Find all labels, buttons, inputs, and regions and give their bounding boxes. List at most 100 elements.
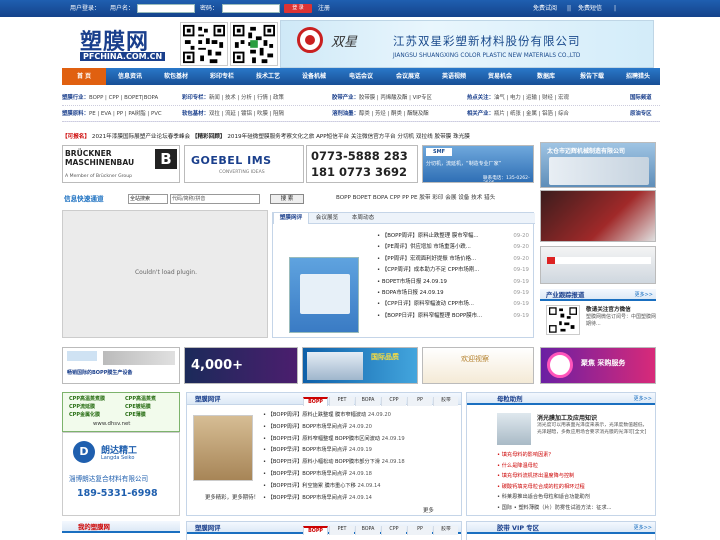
news-item[interactable]: • 【BOPP日评】原料窄幅整理 BOPP膜市... 09-19 <box>377 311 529 322</box>
sub-nav-label[interactable]: 溶剂油墨： <box>332 106 359 122</box>
review-item[interactable]: • 【BOPP日评】利空施累 膜市重心下移 24.09.14 <box>263 482 459 492</box>
sub-nav-label[interactable]: 热点关注： <box>467 90 494 106</box>
review-tab[interactable]: 胶带 <box>433 526 458 535</box>
nav-item[interactable]: 英语视频 <box>432 68 476 85</box>
free-sms-link[interactable]: 免费短信 <box>578 0 602 17</box>
header-banner-ad[interactable]: 双星 江苏双星彩塑新材料股份有限公司 JIANGSU SHUANGXING CO… <box>280 20 654 68</box>
vip-more-link[interactable]: 更多>> <box>634 522 652 534</box>
nav-item[interactable]: 首 页 <box>62 68 106 85</box>
username-input[interactable] <box>137 4 195 13</box>
additives-more-link[interactable]: 更多>> <box>634 393 652 405</box>
promo-link[interactable]: 胶带膜 <box>434 134 453 140</box>
hot-tags[interactable]: BOPP BOPET BOPA CPP PP PE 胶带 彩印 会展 设备 技术… <box>336 193 660 205</box>
promo-link[interactable]: 双拉线 <box>416 134 435 140</box>
review-item-title[interactable]: • 【BOPP日评】原料小幅松动 BOPP膜市部分下滑 <box>263 459 382 465</box>
nav-item[interactable]: 设备机械 <box>292 68 336 85</box>
sub-nav-links[interactable]: 新闻 | 技术 | 分析 | 行情 | 政策 <box>209 90 284 106</box>
news-item[interactable]: • BOPA市场日报 24.09.19 09-19 <box>377 288 529 299</box>
news-item[interactable]: • 【PP周评】宏观面利好提振 市场价格... 09-20 <box>377 254 529 265</box>
sub-nav-links[interactable]: 油气 | 电力 | 运输 | 财经 | 宏观 <box>494 90 569 106</box>
nav-item[interactable]: 会议展览 <box>386 68 430 85</box>
sub-nav-links[interactable]: 双拉 | 流延 | 镀铝 | 吹膜 | 阻隔 <box>209 106 284 122</box>
register-link[interactable]: 注册 <box>318 0 330 17</box>
free-trial-link[interactable]: 免费试阅 <box>533 0 557 17</box>
sub-nav-label[interactable]: 原油专区 <box>630 106 652 122</box>
news-title[interactable]: • 【BOPP日评】原料窄幅整理 BOPP膜市... <box>377 311 501 322</box>
review-tab[interactable]: BOPA <box>355 397 380 406</box>
cpp-ad-box[interactable]: CPP高温蒸煮膜 CPP流延膜 CPP金属化膜 CPP高温蒸煮 CPE镀铝膜 CPE薄膜 w… <box>62 392 180 432</box>
review-cover-image[interactable] <box>289 257 359 333</box>
nav-item[interactable]: 贸易机会 <box>478 68 522 85</box>
review-item[interactable]: • 【BOPP早评】BOPP市场早间点评 24.09.14 <box>263 494 459 504</box>
news-title[interactable]: • BOPET市场日报 24.09.19 <box>377 277 501 288</box>
ad-bopp-equipment[interactable]: 畅销国际的BOPP膜生产设备 <box>62 347 180 384</box>
login-button[interactable]: 登 录 <box>284 4 312 13</box>
review-item-title[interactable]: • 【BOPP早评】BOPP市场早间点评 <box>263 471 349 477</box>
search-scope-select[interactable]: 全站搜索 <box>128 194 168 204</box>
nav-item[interactable]: 信息资讯 <box>108 68 152 85</box>
smf-ad[interactable]: SMF 分切机，流延机，“制造专业厂家” 联系电话：135-0262-2505 <box>422 145 534 183</box>
ad-purchase[interactable]: 聚焦 采购服务 <box>540 347 656 384</box>
news-item[interactable]: • BOPET市场日报 24.09.19 09-19 <box>377 277 529 288</box>
sub-nav-links[interactable]: BOPP | CPP | BOPET|BOPA <box>89 90 158 106</box>
search-input[interactable]: 代码/简称/拼音 <box>170 194 260 204</box>
review-tab[interactable]: 胶带 <box>433 397 458 406</box>
nav-item[interactable]: 招聘猎头 <box>616 68 660 85</box>
nav-item[interactable]: 技术工艺 <box>246 68 290 85</box>
additives-item[interactable]: • 什么是降温母粒 <box>497 462 653 469</box>
review-tab[interactable]: BOPA <box>355 526 380 535</box>
review-tab[interactable]: PET <box>329 526 354 535</box>
tab-0[interactable]: 塑膜网评 <box>273 213 309 224</box>
news-item[interactable]: • 【BOPP周评】原料止跌整理 膜市窄幅... 09-20 <box>377 231 529 242</box>
review-tab[interactable]: CPP <box>381 526 406 535</box>
maihui-ad[interactable]: 太仓市迈辉机械制造有限公司 <box>540 142 656 188</box>
review-tab[interactable]: BOPP <box>303 397 328 406</box>
password-input[interactable] <box>222 4 280 13</box>
review-item-title[interactable]: • 【BOPP周评】BOPP市场早间点评 <box>263 424 349 430</box>
goebel-ad[interactable]: GOEBEL IMS CONVERTING IDEAS <box>184 145 304 183</box>
promo-link[interactable]: 分切机 <box>397 134 416 140</box>
langda-ad[interactable]: D 朗达精工 Langda Seiko 淄博朗达复合材料有限公司 189-533… <box>62 432 180 516</box>
sub-nav-links[interactable]: PE | EVA | PP | PA树脂 | PVC <box>89 106 162 122</box>
sub-nav-label[interactable]: 彩印专栏： <box>182 90 209 106</box>
tab-1[interactable]: 会议展览 <box>309 213 345 224</box>
additives-item[interactable]: • 科莱恩推出适合色母粒和适合功能助剂 <box>497 493 653 500</box>
review-more-link[interactable]: 更多 <box>423 506 434 514</box>
ad-4000[interactable]: 4,000+ <box>184 347 298 384</box>
promo-link[interactable]: 珠光膜 <box>453 134 470 140</box>
promo-link[interactable]: 2021年漆膜国际展塑产业论坛春季峰会 <box>92 134 192 140</box>
additives-item[interactable]: • 碳酸钙填充母粒合成的粒的相环过程 <box>497 483 653 490</box>
ad-quality[interactable]: 国际品质 <box>302 347 418 384</box>
sub-nav-label[interactable]: 相关产业： <box>467 106 494 122</box>
industry-report-more-link[interactable]: 更多>> <box>635 289 653 301</box>
review-product-image[interactable] <box>193 415 253 481</box>
review-tab[interactable]: PP <box>407 526 432 535</box>
promo-link[interactable]: 2019年硅微塑膜服务考察文化之旅 <box>227 134 316 140</box>
sub-nav-label[interactable]: 胶带产业： <box>332 90 359 106</box>
review-item[interactable]: • 【BOPP早评】BOPP市场早间点评 24.09.18 <box>263 470 459 480</box>
news-title[interactable]: • BOPA市场日报 24.09.19 <box>377 288 501 299</box>
review-tab[interactable]: BOPP <box>303 526 328 535</box>
review-item-title[interactable]: • 【BOPP周评】原料止跌整理 膜市窄幅波动 <box>263 412 368 418</box>
sub-nav-label[interactable]: 国际频道 <box>630 90 652 106</box>
promo-link[interactable]: 关注微信官方平台 <box>351 134 398 140</box>
phone-ad[interactable]: 0773-5888 283 181 0773 3692 <box>306 145 418 183</box>
search-button[interactable]: 搜 索 <box>270 194 304 204</box>
nav-item[interactable]: 电话会议 <box>339 68 383 85</box>
news-title[interactable]: • 【CPP周评】成本助力不足 CPP市场刚... <box>377 265 501 276</box>
review-item-title[interactable]: • 【BOPP日评】利空施累 膜市重心下移 <box>263 483 357 489</box>
review-item-title[interactable]: • 【BOPP早评】BOPP市场早间点评 <box>263 447 349 453</box>
review-item[interactable]: • 【BOPP周评】原料止跌整理 膜市窄幅波动 24.09.20 <box>263 411 459 421</box>
sub-nav-links[interactable]: 醇类 | 芳烃 | 酮类 | 酯醚及酯 <box>359 106 429 122</box>
news-item[interactable]: • 【PE周评】供应增加 市场重落小跌... 09-20 <box>377 242 529 253</box>
news-title[interactable]: • 【BOPP周评】原料止跌整理 膜市窄幅... <box>377 231 501 242</box>
bruckner-ad[interactable]: BRÜCKNER MASCHINENBAU B A Member of Brüc… <box>62 145 180 183</box>
news-item[interactable]: • 【CPP周评】成本助力不足 CPP市场刚... 09-19 <box>377 265 529 276</box>
additives-item[interactable]: • 填充母料的影响因素？ <box>497 451 653 458</box>
news-title[interactable]: • 【PE周评】供应增加 市场重落小跌... <box>377 242 501 253</box>
review-item-title[interactable]: • 【BOPP日评】原料窄幅整理 BOPP膜市区间波动 <box>263 436 382 442</box>
additives-item[interactable]: • 国际 • 塑料薄膜（片）防雾性试验方法：征求... <box>497 504 653 511</box>
sub-nav-links[interactable]: 瓶片 | 纸张 | 金属 | 铝箔 | 综合 <box>494 106 569 122</box>
news-title[interactable]: • 【CPP日评】原料窄幅波动 CPP市场... <box>377 299 501 310</box>
review-item[interactable]: • 【BOPP早评】BOPP市场早间点评 24.09.19 <box>263 446 459 456</box>
